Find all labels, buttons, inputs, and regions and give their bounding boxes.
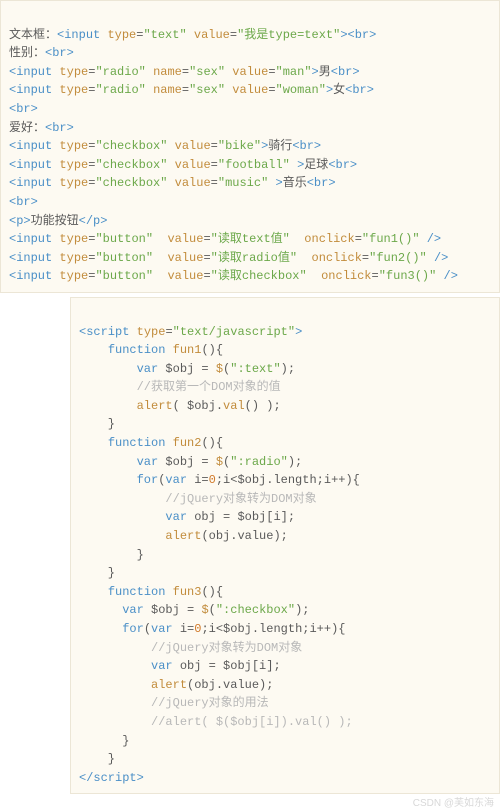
code-line: 爱好：<br> xyxy=(9,121,74,135)
code-line: <input type="checkbox" value="music" >音乐… xyxy=(9,176,336,190)
code-line: function fun1(){ xyxy=(79,343,223,357)
code-line: alert( $obj.val() ); xyxy=(79,399,281,413)
code-block-js: <script type="text/javascript"> function… xyxy=(70,297,500,794)
code-block-html: 文本框：<input type="text" value="我是type=tex… xyxy=(0,0,500,293)
code-line: <input type="checkbox" value="football" … xyxy=(9,158,357,172)
code-line: //jQuery对象转为DOM对象 xyxy=(79,492,317,506)
code-line: function fun2(){ xyxy=(79,436,223,450)
code-line: } xyxy=(79,417,115,431)
code-line: <input type="radio" name="sex" value="wo… xyxy=(9,83,374,97)
code-line: var obj = $obj[i]; xyxy=(79,659,281,673)
code-line: //alert( $($obj[i]).val() ); xyxy=(79,715,353,729)
code-line: <p>功能按钮</p> xyxy=(9,214,107,228)
code-line: } xyxy=(79,734,129,748)
code-line: <input type="button" value="读取radio值" on… xyxy=(9,251,448,265)
code-line: alert(obj.value); xyxy=(79,678,273,692)
code-line: <br> xyxy=(9,102,38,116)
code-line: 性别：<br> xyxy=(9,46,74,60)
code-line: <input type="button" value="读取checkbox" … xyxy=(9,269,458,283)
code-line: <script type="text/javascript"> xyxy=(79,325,302,339)
watermark-text: CSDN @芙如东海 xyxy=(0,794,500,812)
code-line: var $obj = $(":text"); xyxy=(79,362,295,376)
code-line: //jQuery对象转为DOM对象 xyxy=(79,641,302,655)
code-line: </script> xyxy=(79,771,144,785)
code-line: var $obj = $(":radio"); xyxy=(79,455,302,469)
code-line: //获取第一个DOM对象的值 xyxy=(79,380,281,394)
code-line: alert(obj.value); xyxy=(79,529,288,543)
code-line: function fun3(){ xyxy=(79,585,223,599)
code-line: } xyxy=(79,566,115,580)
code-line: } xyxy=(79,548,144,562)
code-line: //jQuery对象的用法 xyxy=(79,696,269,710)
code-line: <input type="checkbox" value="bike">骑行<b… xyxy=(9,139,321,153)
code-line: 文本框：<input type="text" value="我是type=tex… xyxy=(9,28,376,42)
code-line: for(var i=0;i<$obj.length;i++){ xyxy=(79,622,345,636)
code-line: var $obj = $(":checkbox"); xyxy=(79,603,309,617)
code-line: for(var i=0;i<$obj.length;i++){ xyxy=(79,473,360,487)
code-line: var obj = $obj[i]; xyxy=(79,510,295,524)
code-line: } xyxy=(79,752,115,766)
code-line: <input type="button" value="读取text值" onc… xyxy=(9,232,441,246)
code-line: <input type="radio" name="sex" value="ma… xyxy=(9,65,360,79)
code-line: <br> xyxy=(9,195,38,209)
